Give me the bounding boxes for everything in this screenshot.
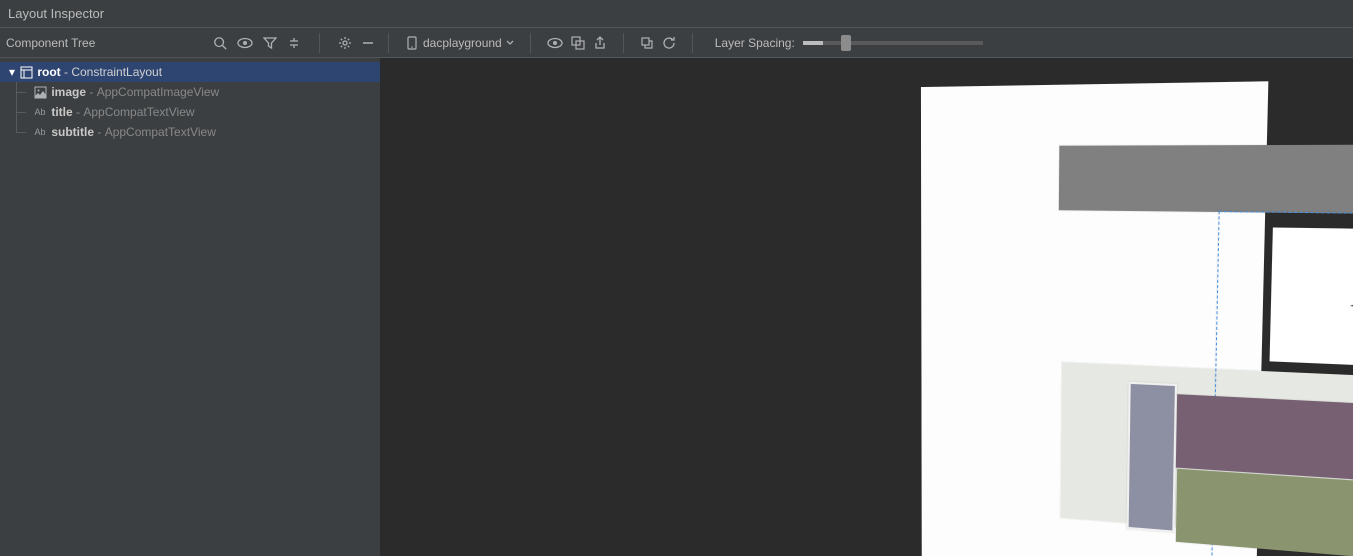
layer-spacing-slider[interactable]	[803, 41, 983, 45]
layer-subtitle-bottom[interactable]	[1176, 469, 1353, 556]
live-updates-icon[interactable]	[640, 36, 654, 50]
collapse-icon[interactable]	[287, 36, 301, 50]
node-name: root	[37, 65, 60, 79]
toolbar: Component Tree	[0, 28, 1353, 58]
divider	[530, 33, 531, 53]
component-tree[interactable]: ▾ root - ConstraintLayout image	[0, 58, 380, 146]
overlay-icon[interactable]	[571, 36, 585, 50]
search-icon[interactable]	[213, 36, 227, 50]
main-body: ▾ root - ConstraintLayout image	[0, 58, 1353, 556]
image-icon	[32, 86, 48, 99]
layout-inspector-window: Layout Inspector Component Tree	[0, 0, 1353, 556]
layer-title[interactable]: DAC Playground	[1270, 227, 1353, 378]
layer-statusbar[interactable]	[1059, 145, 1353, 214]
node-name: subtitle	[51, 125, 94, 139]
divider	[319, 33, 320, 53]
component-tree-label: Component Tree	[6, 36, 213, 50]
process-name: dacplayground	[423, 36, 502, 50]
text-icon: Ab	[32, 107, 48, 117]
divider	[623, 33, 624, 53]
settings-icon[interactable]	[338, 36, 352, 50]
divider	[388, 33, 389, 53]
divider	[692, 33, 693, 53]
node-type: - AppCompatImageView	[86, 85, 219, 99]
tree-node-title[interactable]: Ab title - AppCompatTextView	[0, 102, 380, 122]
tree-node-subtitle[interactable]: Ab subtitle - AppCompatTextView	[0, 122, 380, 142]
layer-spacing-label: Layer Spacing:	[715, 36, 795, 50]
node-type: - AppCompatTextView	[94, 125, 216, 139]
filter-icon[interactable]	[263, 36, 277, 50]
node-name: title	[51, 105, 72, 119]
view-mode-icon[interactable]	[547, 36, 563, 50]
device-icon	[405, 36, 419, 50]
layout-3d-viewport[interactable]: DAC Playground	[380, 58, 1353, 556]
node-type: - ConstraintLayout	[61, 65, 162, 79]
chevron-down-icon[interactable]: ▾	[6, 65, 18, 79]
layer-image-frame[interactable]	[1127, 382, 1178, 533]
tree-node-image[interactable]: image - AppCompatImageView	[0, 82, 380, 102]
viewport-toolbar: dacplayground Layer Spacing:	[397, 33, 1353, 53]
process-selector[interactable]: dacplayground	[405, 36, 514, 50]
slider-thumb[interactable]	[841, 35, 851, 51]
text-icon: Ab	[32, 127, 48, 137]
window-title: Layout Inspector	[8, 6, 104, 21]
layout-icon	[18, 66, 34, 79]
node-type: - AppCompatTextView	[73, 105, 195, 119]
window-title-bar: Layout Inspector	[0, 0, 1353, 28]
component-tree-panel: ▾ root - ConstraintLayout image	[0, 58, 380, 556]
node-name: image	[51, 85, 86, 99]
chevron-down-icon	[506, 39, 514, 47]
visibility-icon[interactable]	[237, 36, 253, 50]
refresh-icon[interactable]	[662, 36, 676, 50]
tree-node-root[interactable]: ▾ root - ConstraintLayout	[0, 62, 380, 82]
minimize-icon[interactable]	[362, 37, 374, 49]
sidebar-toolbar: Component Tree	[0, 33, 380, 53]
export-icon[interactable]	[593, 36, 607, 50]
